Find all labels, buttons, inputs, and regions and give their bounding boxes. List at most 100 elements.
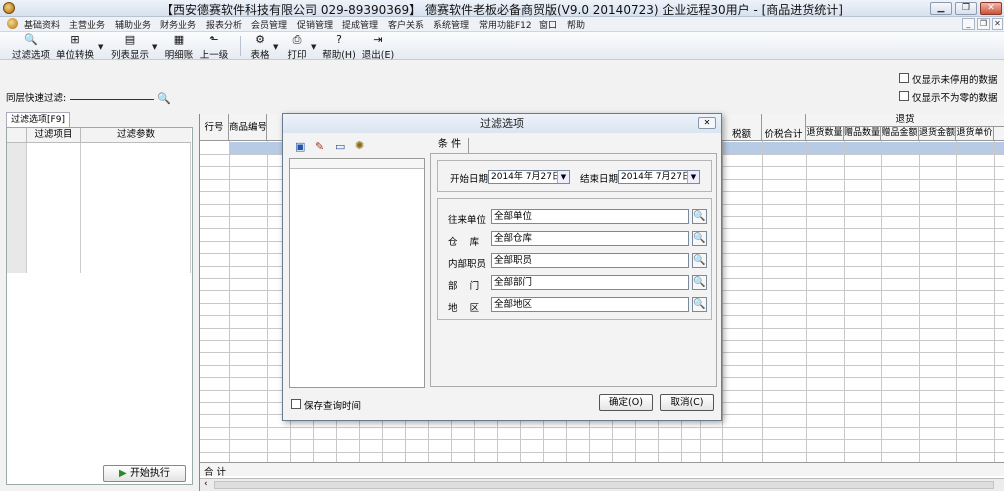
filter-cell[interactable] [81, 234, 191, 247]
filter-cell[interactable] [27, 182, 81, 195]
filter-cell[interactable] [81, 260, 191, 273]
menu-commission[interactable]: 提成管理 [342, 18, 378, 31]
filter-row[interactable] [7, 169, 191, 182]
partner-field[interactable]: 全部单位 [491, 209, 689, 224]
filter-cell[interactable] [27, 195, 81, 208]
start-date-picker[interactable]: 2014年 7月27日 ▼ [488, 170, 570, 184]
cancel-button[interactable]: 取消(C) [660, 394, 714, 411]
quick-filter-input[interactable] [70, 99, 154, 100]
filter-cell[interactable] [27, 143, 81, 156]
scrollbar-thumb[interactable] [214, 481, 994, 489]
menu-main-business[interactable]: 主营业务 [69, 18, 105, 31]
end-date-picker[interactable]: 2014年 7月27日 ▼ [618, 170, 700, 184]
end-date-dropdown-icon[interactable]: ▼ [687, 171, 699, 183]
filter-cell[interactable] [27, 208, 81, 221]
menu-reports[interactable]: 报表分析 [206, 18, 242, 31]
tab-conditions[interactable]: 条 件 [431, 138, 469, 153]
filter-row[interactable] [7, 195, 191, 208]
settings-icon[interactable]: ✺ [355, 139, 364, 152]
filter-row[interactable] [7, 143, 191, 156]
filter-row[interactable] [7, 260, 191, 273]
print-dropdown-icon[interactable]: ▼ [311, 43, 316, 51]
filter-cell[interactable] [81, 221, 191, 234]
menu-common-functions[interactable]: 常用功能F12 [479, 18, 532, 31]
filter-cell[interactable] [27, 169, 81, 182]
filter-cell[interactable] [81, 169, 191, 182]
department-field[interactable]: 全部部门 [491, 275, 689, 290]
filter-row[interactable] [7, 247, 191, 260]
mdi-restore-button[interactable]: ❐ [977, 18, 990, 30]
filter-cell[interactable] [7, 221, 27, 234]
mdi-minimize-button[interactable]: _ [962, 18, 975, 30]
print-button[interactable]: ⎙ 打印 [286, 34, 308, 62]
table-button[interactable]: ⚙ 表格 [249, 34, 271, 62]
help-button[interactable]: ? 帮助(H) [322, 34, 356, 62]
saved-scheme-list[interactable] [289, 158, 425, 388]
filter-row[interactable] [7, 156, 191, 169]
filter-cell[interactable] [81, 156, 191, 169]
only-active-checkbox[interactable] [899, 73, 909, 83]
warehouse-search-icon[interactable]: 🔍 [692, 231, 707, 246]
dialog-close-button[interactable]: ✕ [698, 117, 716, 129]
filter-cell[interactable] [7, 182, 27, 195]
detail-ledger-button[interactable]: ▦ 明细账 [164, 34, 194, 62]
menu-aux-business[interactable]: 辅助业务 [115, 18, 151, 31]
partner-search-icon[interactable]: 🔍 [692, 209, 707, 224]
folder-icon[interactable]: ▭ [335, 140, 345, 153]
menu-help[interactable]: 帮助 [567, 18, 585, 31]
filter-cell[interactable] [27, 260, 81, 273]
table-dropdown-icon[interactable]: ▼ [273, 43, 278, 51]
filter-cell[interactable] [81, 208, 191, 221]
filter-options-tab[interactable]: 过滤选项[F9] [6, 112, 70, 127]
filter-cell[interactable] [27, 234, 81, 247]
region-search-icon[interactable]: 🔍 [692, 297, 707, 312]
filter-cell[interactable] [7, 247, 27, 260]
filter-row[interactable] [7, 221, 191, 234]
save-icon[interactable]: ▣ [295, 140, 305, 153]
list-display-button[interactable]: ▤ 列表显示 [110, 34, 150, 62]
list-display-dropdown-icon[interactable]: ▼ [152, 43, 157, 51]
start-date-dropdown-icon[interactable]: ▼ [557, 171, 569, 183]
filter-options-button[interactable]: 🔍 过滤选项 [12, 34, 50, 62]
mdi-close-button[interactable]: ✕ [992, 18, 1003, 30]
staff-search-icon[interactable]: 🔍 [692, 253, 707, 268]
delete-icon[interactable]: ✎ [315, 140, 324, 153]
minimize-button[interactable]: ▁ [930, 2, 952, 15]
filter-cell[interactable] [7, 195, 27, 208]
search-icon[interactable]: 🔍 [157, 92, 171, 105]
menu-crm[interactable]: 客户关系 [388, 18, 424, 31]
filter-cell[interactable] [7, 169, 27, 182]
filter-cell[interactable] [7, 143, 27, 156]
filter-row[interactable] [7, 182, 191, 195]
menu-promotions[interactable]: 促销管理 [297, 18, 333, 31]
filter-cell[interactable] [81, 143, 191, 156]
maximize-button[interactable]: ❐ [955, 2, 977, 15]
filter-cell[interactable] [27, 247, 81, 260]
scroll-left-icon[interactable]: ‹ [204, 479, 208, 489]
save-query-time-checkbox[interactable] [291, 399, 301, 409]
menu-base-data[interactable]: 基础资料 [24, 18, 60, 31]
filter-cell[interactable] [7, 234, 27, 247]
menu-members[interactable]: 会员管理 [251, 18, 287, 31]
unit-convert-button[interactable]: ⊞ 单位转换 [55, 34, 95, 62]
menu-window[interactable]: 窗口 [539, 18, 557, 31]
filter-cell[interactable] [81, 195, 191, 208]
menu-finance[interactable]: 财务业务 [160, 18, 196, 31]
filter-row[interactable] [7, 234, 191, 247]
filter-cell[interactable] [27, 156, 81, 169]
menu-system[interactable]: 系统管理 [433, 18, 469, 31]
filter-cell[interactable] [81, 247, 191, 260]
filter-cell[interactable] [7, 208, 27, 221]
horizontal-scrollbar[interactable]: ‹ [200, 478, 1004, 491]
filter-cell[interactable] [7, 260, 27, 273]
filter-cell[interactable] [7, 156, 27, 169]
filter-cell[interactable] [81, 182, 191, 195]
close-window-button[interactable]: ✕ [980, 2, 1002, 15]
staff-field[interactable]: 全部职员 [491, 253, 689, 268]
warehouse-field[interactable]: 全部仓库 [491, 231, 689, 246]
exit-button[interactable]: ⇥ 退出(E) [361, 34, 395, 62]
filter-row[interactable] [7, 208, 191, 221]
ok-button[interactable]: 确定(O) [599, 394, 653, 411]
start-execute-button[interactable]: ▶ 开始执行 [103, 465, 186, 482]
department-search-icon[interactable]: 🔍 [692, 275, 707, 290]
